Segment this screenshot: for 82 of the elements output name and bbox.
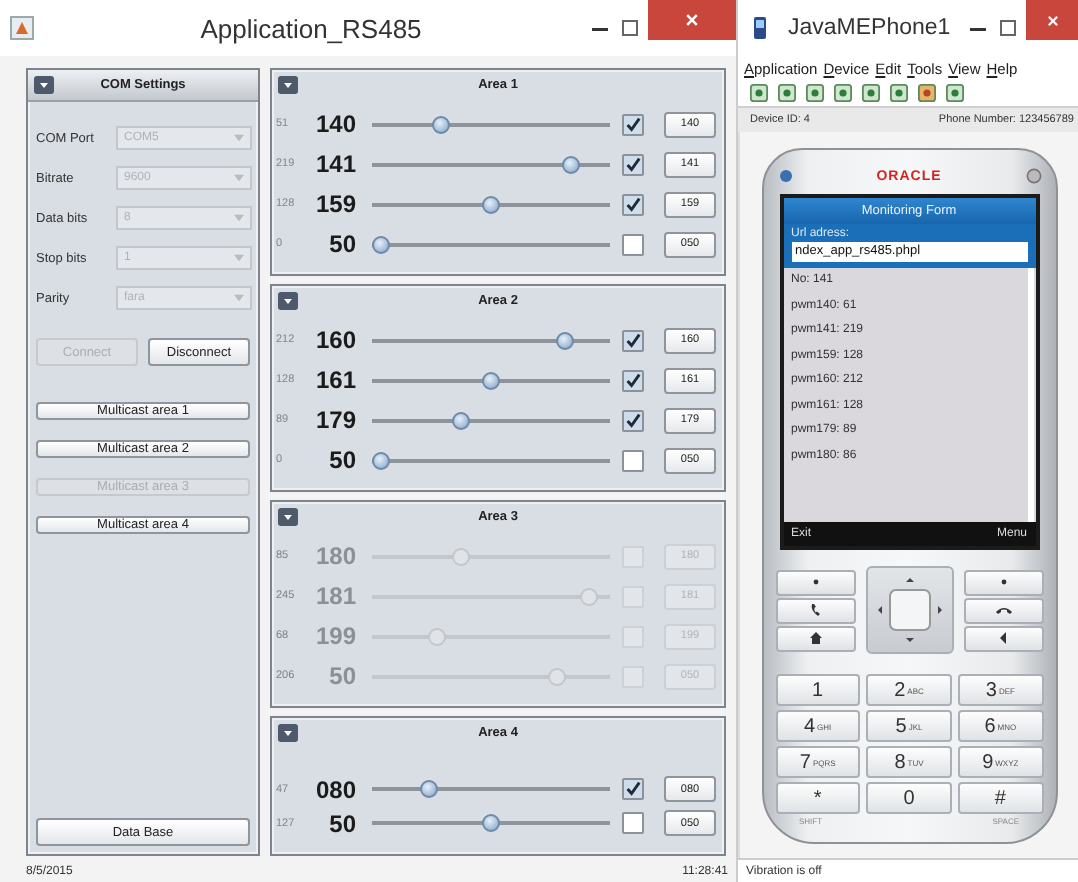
caret-icon [234,294,244,302]
close-icon [684,12,700,28]
check-icon [624,371,642,389]
hang-up-icon [993,604,1013,616]
slider-thumb[interactable] [451,411,470,429]
channel-value: 50 [327,446,356,474]
check-icon [624,411,642,429]
slider-thumb[interactable] [561,155,580,173]
maximize-icon[interactable] [618,16,642,40]
slider-thumb[interactable] [431,115,450,133]
collapse-icon[interactable] [278,724,298,742]
collapse-icon[interactable] [278,292,298,310]
select-key[interactable] [775,569,855,595]
channel-value: 199 [313,622,356,650]
phone-app-icon [748,16,772,40]
tool-icon[interactable] [750,84,768,102]
check-icon [624,195,642,213]
close-icon [1045,13,1059,27]
checkbox[interactable] [622,329,644,351]
channel-value: 159 [313,190,356,218]
channel-value: 141 [313,150,356,178]
checkbox[interactable] [622,113,644,135]
tool-icon[interactable] [862,84,880,102]
channel-value: 180 [313,542,356,570]
navigation-pad[interactable] [865,566,953,654]
scrollbar[interactable] [1027,268,1033,522]
keypad-key[interactable]: 0 [866,782,952,814]
slider-thumb[interactable] [482,195,500,213]
channel-value: 181 [313,582,356,610]
slider-thumb[interactable] [556,331,575,349]
channel-value: 161 [313,366,356,394]
checkbox[interactable] [622,449,644,471]
check-icon [624,331,642,349]
tool-icon[interactable] [946,84,964,102]
check-icon [624,155,642,173]
check-icon [624,115,642,133]
tool-icon[interactable] [890,84,908,102]
caret-icon [234,214,244,222]
slider-thumb[interactable] [482,371,500,389]
channel-value: 50 [327,230,356,258]
slider-thumb[interactable] [372,451,390,469]
end-call-key[interactable] [963,597,1043,623]
tool-icon[interactable] [834,84,852,102]
check-icon [624,780,642,798]
round-key-icon[interactable] [777,168,793,184]
checkbox[interactable] [622,193,644,215]
tool-icon[interactable] [806,84,824,102]
channel-value: 179 [313,406,356,434]
caret-icon [234,174,244,182]
channel-value: 160 [313,326,356,354]
checkbox[interactable] [622,812,644,834]
keypad-key[interactable]: # [957,782,1043,814]
close-button[interactable] [1026,0,1078,40]
keypad-key[interactable]: * [775,782,861,814]
tool-icon[interactable] [778,84,796,102]
back-key[interactable] [963,625,1043,651]
maximize-icon[interactable] [996,16,1020,40]
channel-value: 080 [313,775,356,803]
checkbox[interactable] [622,369,644,391]
window-title: Application_RS485 [198,13,424,43]
collapse-icon[interactable] [34,76,54,94]
channel-value: 50 [327,809,356,837]
home-icon [805,630,825,646]
channel-value: 140 [313,110,356,138]
slider-thumb[interactable] [372,235,390,253]
caret-icon [234,254,244,262]
window-title: JavaMEPhone1 [786,16,953,40]
app-icon [10,16,34,40]
tool-icon[interactable] [918,84,936,102]
checkbox[interactable] [622,409,644,431]
caret-icon [234,134,244,142]
home-key[interactable] [775,625,855,651]
channel-value: 50 [327,662,356,690]
round-key-icon[interactable] [1025,168,1041,184]
collapse-icon[interactable] [278,76,298,94]
checkbox[interactable] [622,153,644,175]
checkbox[interactable] [622,233,644,255]
keypad-key[interactable]: 1 [775,674,861,706]
slider-thumb[interactable] [420,780,439,798]
slider-thumb[interactable] [482,814,500,832]
checkbox[interactable] [622,778,644,800]
select-key[interactable] [963,569,1043,595]
